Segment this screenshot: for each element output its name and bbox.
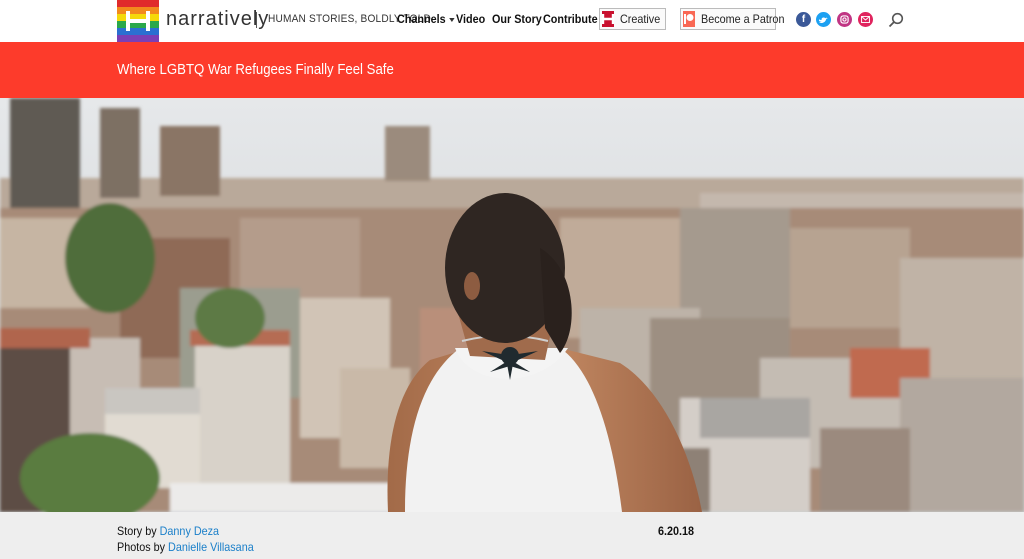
twitter-icon[interactable] — [816, 12, 831, 27]
story-prefix: Story by — [117, 524, 157, 538]
header-divider — [256, 12, 257, 28]
photos-prefix: Photos by — [117, 540, 166, 554]
patreon-icon — [683, 11, 695, 27]
narratively-logo[interactable] — [117, 0, 159, 42]
facebook-icon[interactable]: f — [796, 12, 811, 27]
article-title-bar: Where LGBTQ War Refugees Finally Feel Sa… — [0, 42, 1024, 98]
article-title: Where LGBTQ War Refugees Finally Feel Sa… — [117, 61, 394, 78]
patron-label: Become a Patron — [701, 12, 785, 26]
logo-n-icon — [117, 0, 159, 42]
creative-logo-icon — [602, 11, 614, 27]
nav-channels-label: Channels — [397, 12, 446, 26]
byline-bar: Story by Danny Deza Photos by Danielle V… — [0, 512, 1024, 559]
become-patron-button[interactable]: Become a Patron — [680, 8, 784, 30]
hero-image — [0, 98, 1024, 512]
story-author-link[interactable]: Danny Deza — [160, 524, 219, 538]
hero-photo-illustration — [0, 98, 1024, 512]
brand-name[interactable]: narratively — [166, 8, 269, 31]
chevron-down-icon — [449, 17, 455, 22]
top-navigation-bar: narratively HUMAN STORIES, BOLDLY TOLD C… — [0, 0, 1024, 42]
photos-byline: Photos by Danielle Villasana — [117, 540, 254, 554]
nav-video[interactable]: Video — [456, 12, 485, 26]
nav-channels[interactable]: Channels — [397, 12, 455, 26]
email-icon[interactable] — [858, 12, 873, 27]
story-byline: Story by Danny Deza — [117, 524, 219, 538]
photos-author-link[interactable]: Danielle Villasana — [168, 540, 254, 554]
publish-date: 6.20.18 — [658, 524, 695, 538]
instagram-icon[interactable] — [837, 12, 852, 27]
creative-button[interactable]: Creative — [599, 8, 666, 30]
search-icon[interactable] — [888, 12, 904, 28]
nav-our-story[interactable]: Our Story — [492, 12, 542, 26]
nav-contribute[interactable]: Contribute — [543, 12, 598, 26]
creative-label: Creative — [620, 12, 661, 26]
